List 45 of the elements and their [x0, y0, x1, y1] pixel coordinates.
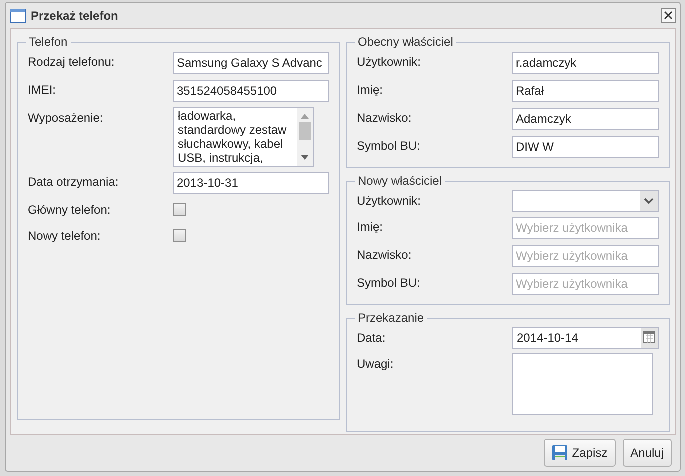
cancel-button[interactable]: Anuluj	[622, 439, 672, 467]
close-button[interactable]	[661, 8, 676, 23]
window-title: Przekaż telefon	[31, 8, 120, 24]
calendar-icon[interactable]	[641, 328, 658, 348]
field-label: Imię:	[357, 82, 384, 99]
notes-field[interactable]	[512, 353, 653, 415]
text-field[interactable]: Adamczyk	[512, 108, 659, 130]
checkbox[interactable]	[173, 229, 186, 242]
field-label: Imię:	[357, 219, 384, 236]
group-title: Obecny właściciel	[357, 35, 454, 49]
text-field[interactable]: r.adamczyk	[512, 52, 659, 74]
text-area[interactable]: ładowarka, standardowy zestaw słuchawkowy, kabel USB, instrukcja,	[173, 107, 314, 167]
field-label: Data otrzymania:	[28, 174, 120, 191]
field-label: Symbol BU:	[357, 275, 422, 292]
text-field[interactable]: DIW W	[512, 136, 659, 158]
text-field[interactable]: Wybierz użytkownika	[512, 245, 659, 267]
close-icon	[664, 11, 673, 20]
field-label: Główny telefon:	[28, 202, 112, 219]
date-field[interactable]: 2014-10-14	[512, 327, 659, 349]
scrollbar-icon	[297, 108, 313, 166]
field-label: Symbol BU:	[357, 138, 422, 155]
field-label: IMEI:	[28, 82, 58, 99]
group-title: Telefon	[28, 35, 69, 49]
field-label: Rodzaj telefonu:	[28, 54, 116, 71]
text-field[interactable]: Samsung Galaxy S Advanc	[173, 52, 329, 74]
text-area-value: ładowarka, standardowy zestaw słuchawkowy, kabel USB, instrukcja,	[177, 108, 288, 166]
text-field[interactable]: 2013-10-31	[173, 172, 329, 194]
field-label: Nazwisko:	[357, 247, 413, 264]
date-value: 2014-10-14	[516, 330, 580, 347]
field-label: Użytkownik:	[357, 193, 422, 210]
field-label: Nowy telefon:	[28, 228, 102, 245]
group-title: Przekazanie	[357, 311, 426, 325]
field-label: Użytkownik:	[357, 54, 422, 71]
text-field[interactable]: 351524058455100	[173, 80, 329, 102]
text-field[interactable]: Rafał	[512, 80, 659, 102]
text-field[interactable]: Wybierz użytkownika	[512, 273, 659, 295]
checkbox[interactable]	[173, 203, 186, 216]
save-button[interactable]: Zapisz	[544, 439, 616, 467]
field-label: Data:	[357, 330, 387, 347]
window-icon	[10, 8, 26, 22]
field-label: Wyposażenie:	[28, 110, 104, 127]
group-title: Nowy właściciel	[357, 174, 444, 188]
field-label: Nazwisko:	[357, 110, 413, 127]
text-field[interactable]: Wybierz użytkownika	[512, 217, 659, 239]
field-label: Uwagi:	[357, 356, 395, 373]
